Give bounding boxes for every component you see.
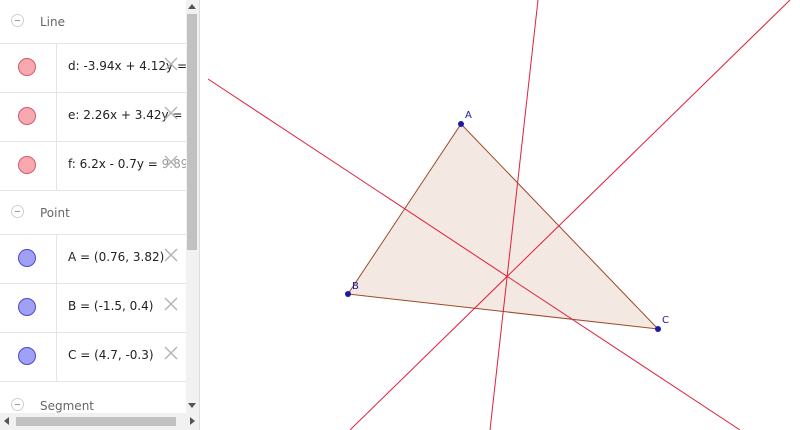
vertical-scroll-thumb[interactable] <box>187 14 197 250</box>
expr-text: A = (0.76, 3.82) <box>68 250 165 264</box>
collapse-toggle-icon[interactable] <box>11 398 24 411</box>
horizontal-scrollbar[interactable] <box>0 413 199 430</box>
point-B[interactable] <box>345 291 351 297</box>
algebra-item-B[interactable]: B = (-1.5, 0.4) <box>0 284 186 333</box>
visibility-toggle-icon[interactable] <box>18 107 36 125</box>
expr-text: B = (-1.5, 0.4) <box>68 299 154 313</box>
triangle-polygon[interactable] <box>347 123 660 330</box>
horizontal-scroll-thumb[interactable] <box>16 417 176 426</box>
graphics-canvas[interactable]: A B C <box>200 0 800 430</box>
algebra-list: Line d: -3.94x + 4.12y = e: 2.26x + 3.42… <box>0 0 186 413</box>
graphics-view[interactable]: A B C <box>200 0 800 430</box>
line-d[interactable] <box>207 78 741 430</box>
marble-cell <box>0 44 57 92</box>
group-header-segment[interactable]: Segment <box>0 384 186 413</box>
point-label-B: B <box>352 281 359 292</box>
scroll-down-icon[interactable] <box>188 403 196 408</box>
collapse-toggle-icon[interactable] <box>11 14 24 27</box>
algebra-item-C[interactable]: C = (4.7, -0.3) <box>0 333 186 382</box>
vertical-scrollbar[interactable] <box>186 0 199 413</box>
group-header-point[interactable]: Point <box>0 191 186 235</box>
algebra-item-e[interactable]: e: 2.26x + 3.42y = <box>0 93 186 142</box>
group-title-point: Point <box>40 206 70 220</box>
collapse-toggle-icon[interactable] <box>11 205 24 218</box>
marble-cell <box>0 93 57 141</box>
scroll-left-icon[interactable] <box>4 417 9 425</box>
point-A[interactable] <box>458 121 464 127</box>
algebra-view: Line d: -3.94x + 4.12y = e: 2.26x + 3.42… <box>0 0 199 430</box>
expr-text: f: 6.2x - 0.7y = <box>68 157 162 171</box>
group-title-line: Line <box>40 15 66 29</box>
delete-icon[interactable] <box>163 345 179 361</box>
visibility-toggle-icon[interactable] <box>18 58 36 76</box>
point-label-C: C <box>662 315 669 326</box>
algebra-item-A[interactable]: A = (0.76, 3.82) <box>0 235 186 284</box>
delete-icon[interactable] <box>163 105 179 121</box>
delete-icon[interactable] <box>163 247 179 263</box>
expr-text: C = (4.7, -0.3) <box>68 348 154 362</box>
marble-cell <box>0 333 57 381</box>
point-C[interactable] <box>655 326 661 332</box>
visibility-toggle-icon[interactable] <box>18 156 36 174</box>
marble-cell <box>0 235 57 283</box>
visibility-toggle-icon[interactable] <box>18 298 36 316</box>
visibility-toggle-icon[interactable] <box>18 347 36 365</box>
group-header-line[interactable]: Line <box>0 0 186 44</box>
delete-icon[interactable] <box>163 56 179 72</box>
group-title-segment: Segment <box>40 399 94 413</box>
scroll-up-icon[interactable] <box>188 4 196 9</box>
marble-cell <box>0 284 57 332</box>
delete-icon[interactable] <box>163 296 179 312</box>
visibility-toggle-icon[interactable] <box>18 249 36 267</box>
marble-cell <box>0 142 57 190</box>
algebra-item-d[interactable]: d: -3.94x + 4.12y = <box>0 44 186 93</box>
algebra-item-f[interactable]: f: 6.2x - 0.7y = 9.89 <box>0 142 186 191</box>
point-label-A: A <box>465 110 472 121</box>
delete-icon[interactable] <box>163 154 179 170</box>
scroll-right-icon[interactable] <box>190 417 195 425</box>
